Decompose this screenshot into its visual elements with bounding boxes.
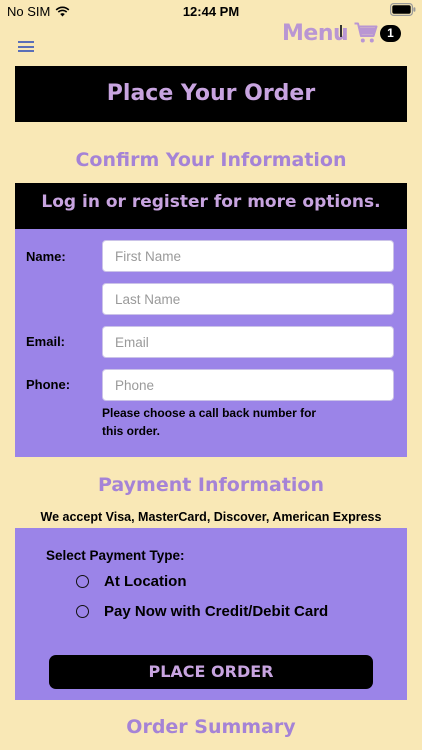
status-time: 12:44 PM	[182, 4, 240, 19]
status-bar: No SIM 12:44 PM	[0, 0, 422, 22]
checkout-screen: No SIM 12:44 PM Menu 1 Place Your Order	[0, 0, 422, 750]
email-input[interactable]	[102, 326, 394, 358]
cart-icon[interactable]	[354, 22, 378, 44]
payment-option-label: At Location	[104, 573, 187, 590]
menu-link[interactable]: Menu	[282, 21, 349, 46]
radio-button[interactable]	[76, 605, 89, 618]
radio-button[interactable]	[76, 575, 89, 588]
payment-panel: Select Payment Type: At Location Pay Now…	[15, 528, 407, 700]
cart-count-badge: 1	[380, 25, 401, 42]
payment-type-label: Select Payment Type:	[46, 548, 185, 563]
phone-label: Phone:	[26, 377, 71, 392]
first-name-input[interactable]	[102, 240, 394, 272]
status-right	[390, 3, 416, 19]
confirm-info-heading: Confirm Your Information	[75, 149, 347, 171]
payment-option-label: Pay Now with Credit/Debit Card	[104, 603, 329, 620]
name-label: Name:	[26, 249, 66, 264]
payment-option-card[interactable]: Pay Now with Credit/Debit Card	[76, 603, 328, 620]
page-title: Place Your Order	[15, 66, 407, 122]
phone-input[interactable]	[102, 369, 394, 401]
hamburger-menu-icon[interactable]	[18, 41, 34, 52]
payment-info-heading: Payment Information	[97, 474, 325, 496]
battery-icon	[390, 3, 416, 17]
login-register-prompt[interactable]: Log in or register for more options.	[15, 183, 407, 229]
accepted-cards-text: We accept Visa, MasterCard, Discover, Am…	[40, 510, 382, 524]
order-summary-heading: Order Summary	[126, 716, 296, 738]
contact-form-panel: Name: Email: Phone: Please choose a call…	[15, 229, 407, 457]
place-order-button[interactable]: PLACE ORDER	[49, 655, 373, 689]
last-name-input[interactable]	[102, 283, 394, 315]
phone-helper-text: Please choose a call back number for thi…	[102, 406, 317, 438]
email-label: Email:	[26, 334, 66, 349]
header-divider	[340, 25, 342, 37]
payment-option-at-location[interactable]: At Location	[76, 573, 187, 590]
